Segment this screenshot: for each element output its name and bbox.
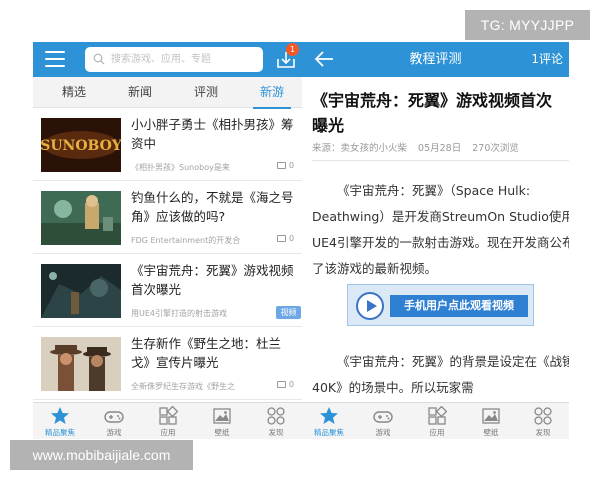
- article-excerpt: 全新侏罗纪生存游戏《野生之: [131, 382, 235, 391]
- nav-label: 游戏: [106, 428, 122, 437]
- article-excerpt: FDG Entertainment的开发合: [131, 236, 241, 245]
- download-count-badge: 1: [286, 43, 299, 56]
- article-date: 05月28日: [418, 143, 462, 154]
- nav-label: 应用: [160, 428, 176, 437]
- nav-label: 壁纸: [214, 428, 230, 437]
- star-icon: [320, 407, 338, 424]
- article-views: 270次浏览: [472, 143, 519, 154]
- screen-title: 教程评测: [409, 52, 462, 67]
- watch-video-label: 手机用户点此观看视频: [390, 295, 528, 317]
- site-watermark: www.mobibaijiale.com: [10, 440, 193, 470]
- article-meta: 来源：卖女孩的小火柴 05月28日 270次浏览: [312, 140, 567, 154]
- nav-games[interactable]: 游戏: [356, 403, 410, 439]
- tab-reviews[interactable]: 评测: [181, 77, 231, 108]
- apps-icon: [159, 406, 178, 425]
- comment-icon: [277, 235, 286, 242]
- search-box[interactable]: [85, 47, 263, 72]
- article-title: 小小胖子勇士《相扑男孩》筹资中: [131, 117, 294, 151]
- comment-icon: [277, 381, 286, 388]
- bottom-nav: 精品聚焦 游戏 应用 壁纸 发现: [302, 402, 569, 439]
- nav-apps[interactable]: 应用: [141, 403, 195, 439]
- search-input[interactable]: [111, 50, 256, 69]
- comment-count: 0: [277, 234, 294, 243]
- top-bar: 1: [33, 42, 302, 77]
- news-list-screen: 1 精选 新闻 评测 新游 SUNOBOY 小小胖子勇士《相扑男孩》筹资中 《相…: [33, 42, 302, 439]
- tab-featured[interactable]: 精选: [49, 77, 99, 108]
- image-icon: [213, 408, 231, 424]
- list-item[interactable]: SUNOBOY 小小胖子勇士《相扑男孩》筹资中 《相扑男孩》Sunoboy是来 …: [33, 109, 302, 181]
- sunoboy-logo-thumb: SUNOBOY: [41, 118, 121, 172]
- star-icon: [51, 407, 69, 424]
- list-item[interactable]: 《宇宙荒舟：死翼》游戏视频首次曝光 用UE4引擎打造的射击游戏 视频: [33, 255, 302, 327]
- sea-horn-thumb: [41, 191, 121, 245]
- category-tabs: 精选 新闻 评测 新游: [33, 77, 302, 109]
- nav-games[interactable]: 游戏: [87, 403, 141, 439]
- article-title: 生存新作《野生之地：杜兰戈》宣传片曝光: [131, 336, 282, 370]
- comment-icon: [277, 162, 286, 169]
- nav-discover[interactable]: 发现: [516, 403, 569, 439]
- comment-count: 0: [277, 380, 294, 389]
- nav-label: 精品聚焦: [45, 428, 75, 437]
- space-hulk-thumb: [41, 264, 121, 318]
- bottom-nav: 精品聚焦 游戏 应用 壁纸 发现: [33, 402, 302, 439]
- apps-icon: [428, 406, 447, 425]
- nav-featured[interactable]: 精品聚焦: [33, 403, 87, 439]
- nav-wallpaper[interactable]: 壁纸: [464, 403, 518, 439]
- list-item[interactable]: 钓鱼什么的，不就是《海之号角》应该做的吗? FDG Entertainment的…: [33, 182, 302, 254]
- article-title: 《宇宙荒舟：死翼》游戏视频首次曝光: [131, 263, 294, 297]
- comment-count: 0: [277, 161, 294, 170]
- article-excerpt: 用UE4引擎打造的射击游戏: [131, 309, 227, 318]
- watch-video-button[interactable]: 手机用户点此观看视频: [347, 284, 534, 326]
- comments-link[interactable]: 1评论: [531, 42, 563, 77]
- nav-label: 精品聚焦: [314, 428, 344, 437]
- nav-label: 壁纸: [483, 428, 499, 437]
- gamepad-icon: [373, 411, 393, 423]
- nav-label: 应用: [429, 428, 445, 437]
- list-item[interactable]: 生存新作《野生之地：杜兰戈》宣传片曝光 全新侏罗纪生存游戏《野生之 0: [33, 328, 302, 400]
- tg-watermark: TG: MYYJJPP: [465, 10, 590, 40]
- image-icon: [482, 408, 500, 424]
- menu-icon[interactable]: [45, 51, 65, 67]
- top-bar: 教程评测 1评论: [302, 42, 569, 77]
- nav-discover[interactable]: 发现: [249, 403, 302, 439]
- play-icon: [356, 292, 384, 320]
- article-excerpt: 《相扑男孩》Sunoboy是来: [131, 163, 230, 172]
- wild-west-thumb: [41, 337, 121, 391]
- divider: [312, 160, 569, 161]
- nav-featured[interactable]: 精品聚焦: [302, 403, 356, 439]
- article-source: 来源：卖女孩的小火柴: [312, 143, 408, 154]
- gamepad-icon: [104, 411, 124, 423]
- discover-icon: [534, 407, 552, 425]
- nav-apps[interactable]: 应用: [410, 403, 464, 439]
- tab-news[interactable]: 新闻: [115, 77, 165, 108]
- article-paragraph: 《宇宙荒舟：死翼》（Space Hulk: Deathwing）是开发商Stre…: [312, 183, 569, 276]
- nav-wallpaper[interactable]: 壁纸: [195, 403, 249, 439]
- nav-label: 发现: [268, 428, 284, 437]
- video-tag-badge: 视频: [276, 306, 301, 319]
- tab-new-games[interactable]: 新游: [247, 77, 297, 109]
- article-paragraph: 《宇宙荒舟：死翼》的背景是设定在《战锤40K》的场景中。所以玩家需: [312, 354, 569, 395]
- svg-text:SUNOBOY: SUNOBOY: [41, 138, 121, 154]
- nav-label: 发现: [535, 428, 551, 437]
- composite-screenshot: 1 精选 新闻 评测 新游 SUNOBOY 小小胖子勇士《相扑男孩》筹资中 《相…: [0, 0, 600, 480]
- discover-icon: [267, 407, 285, 425]
- nav-label: 游戏: [375, 428, 391, 437]
- article-title: 钓鱼什么的，不就是《海之号角》应该做的吗?: [131, 190, 294, 224]
- article-detail-screen: 教程评测 1评论 《宇宙荒舟：死翼》游戏视频首次曝光 来源：卖女孩的小火柴 05…: [302, 42, 569, 439]
- article-headline: 《宇宙荒舟：死翼》游戏视频首次曝光: [312, 91, 553, 135]
- search-icon: [93, 53, 105, 65]
